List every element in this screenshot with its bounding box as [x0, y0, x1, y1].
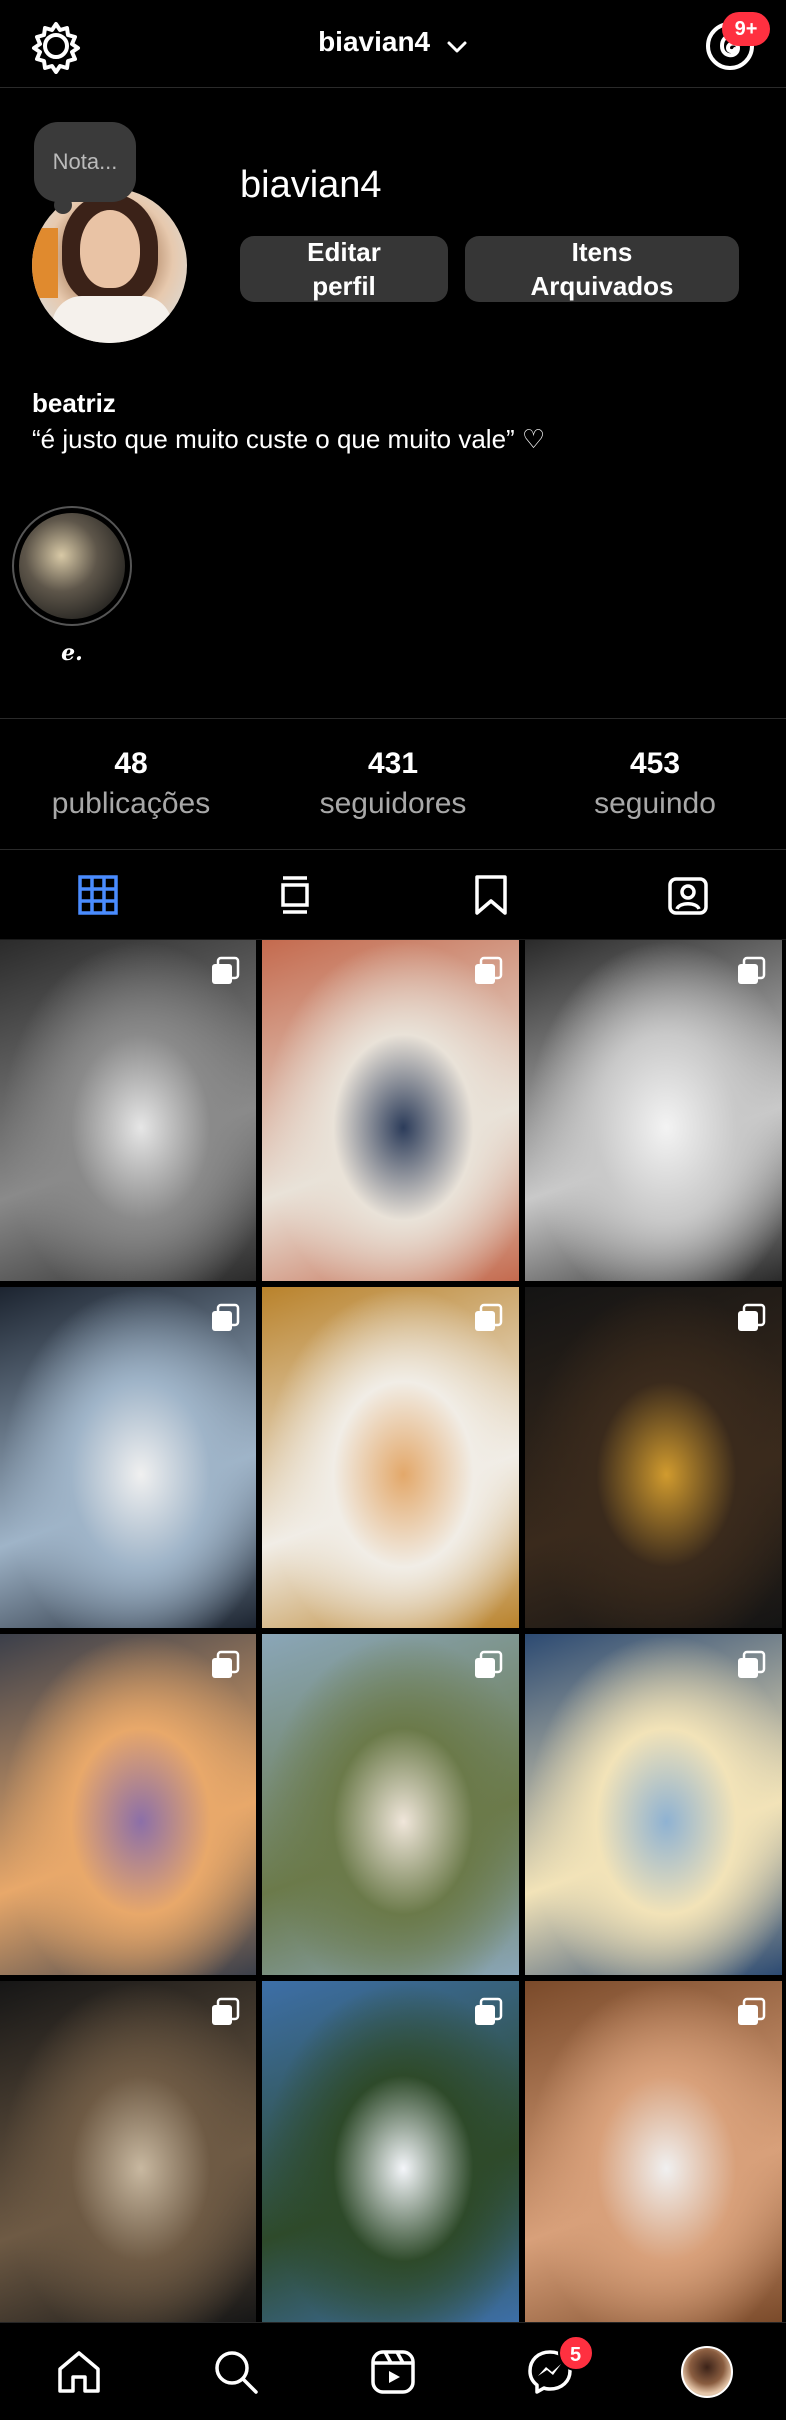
nav-profile[interactable] — [629, 2323, 786, 2420]
nav-reels[interactable] — [314, 2323, 471, 2420]
carousel-icon — [475, 1303, 503, 1331]
post-thumbnail[interactable] — [525, 940, 782, 1281]
nav-messages[interactable]: 5 — [472, 2323, 629, 2420]
profile-stats: 48 publicações 431 seguidores 453 seguin… — [0, 718, 786, 850]
archived-items-label: Itens Arquivados — [530, 237, 674, 301]
account-switcher[interactable]: biavian4 — [0, 26, 786, 58]
stat-following-value: 453 — [629, 747, 681, 780]
top-bar: biavian4 9+ — [0, 0, 786, 88]
post-thumbnail[interactable] — [262, 1287, 519, 1628]
post-thumbnail[interactable] — [0, 940, 256, 1281]
tab-grid[interactable] — [0, 850, 197, 939]
profile-header: Nota... biavian4 Editar perfil Itens Arq… — [0, 88, 786, 718]
carousel-icon — [475, 956, 503, 984]
carousel-icon — [212, 956, 240, 984]
edit-profile-label: Editar perfil — [307, 237, 381, 301]
edit-profile-button[interactable]: Editar perfil — [240, 236, 448, 302]
carousel-icon — [738, 956, 766, 984]
search-icon — [215, 2350, 258, 2394]
post-thumbnail[interactable] — [525, 1287, 782, 1628]
highlight-cover — [19, 513, 125, 619]
carousel-icon — [738, 1997, 766, 2025]
carousel-icon — [738, 1303, 766, 1331]
stat-posts-value: 48 — [114, 747, 148, 780]
bio-name: beatriz — [32, 388, 116, 418]
profile-username: biavian4 — [240, 164, 382, 206]
bio-text: “é justo que muito custe o que muito val… — [32, 424, 546, 454]
note-bubble[interactable]: Nota... — [34, 122, 136, 214]
avatar-face — [80, 210, 140, 288]
stat-posts-label: publicações — [51, 787, 211, 820]
stat-posts[interactable]: 48 publicações — [0, 719, 262, 849]
nav-home[interactable] — [0, 2323, 157, 2420]
chevron-down-icon — [446, 33, 468, 55]
story-highlight[interactable] — [12, 506, 132, 626]
post-thumbnail[interactable] — [525, 1981, 782, 2322]
stat-following[interactable]: 453 seguindo — [524, 719, 786, 849]
post-thumbnail[interactable] — [0, 1634, 256, 1975]
username-label: biavian4 — [318, 26, 431, 57]
reels-icon — [371, 2349, 415, 2394]
avatar-bg — [32, 228, 58, 298]
nav-search[interactable] — [157, 2323, 314, 2420]
tagged-icon — [668, 876, 708, 915]
tab-tagged[interactable] — [590, 850, 786, 939]
bottom-nav: 5 — [0, 2322, 786, 2420]
home-icon — [57, 2350, 100, 2393]
carousel-icon — [212, 1303, 240, 1331]
carousel-icon — [212, 1997, 240, 2025]
bookmark-icon — [475, 874, 507, 915]
messages-badge: 5 — [557, 2335, 594, 2371]
carousel-icon — [212, 1650, 240, 1678]
post-grid — [0, 940, 786, 2322]
post-thumbnail[interactable] — [0, 1981, 256, 2322]
post-thumbnail[interactable] — [262, 940, 519, 1281]
archived-items-button[interactable]: Itens Arquivados — [465, 236, 739, 302]
profile-tabs — [0, 850, 786, 940]
highlight-label: 𝒆. — [61, 640, 83, 666]
stat-following-label: seguindo — [594, 787, 716, 820]
carousel-icon — [475, 1997, 503, 2025]
threads-badge: 9+ — [722, 12, 770, 46]
carousel-icon — [475, 1650, 503, 1678]
carousel-icon — [738, 1650, 766, 1678]
post-thumbnail[interactable] — [262, 1634, 519, 1975]
grid-icon — [78, 874, 118, 915]
profile-avatar[interactable] — [32, 188, 187, 343]
stat-followers-value: 431 — [367, 747, 419, 780]
post-thumbnail[interactable] — [0, 1287, 256, 1628]
profile-avatar — [681, 2345, 734, 2398]
tab-saved[interactable] — [393, 850, 590, 939]
post-thumbnail[interactable] — [525, 1634, 782, 1975]
stat-followers-label: seguidores — [319, 787, 467, 820]
post-thumbnail[interactable] — [262, 1981, 519, 2322]
threads-icon[interactable]: 9+ — [702, 12, 770, 74]
reels-feed-icon — [281, 875, 309, 914]
stat-followers[interactable]: 431 seguidores — [262, 719, 524, 849]
tab-feed[interactable] — [197, 850, 394, 939]
avatar-body — [52, 296, 172, 343]
